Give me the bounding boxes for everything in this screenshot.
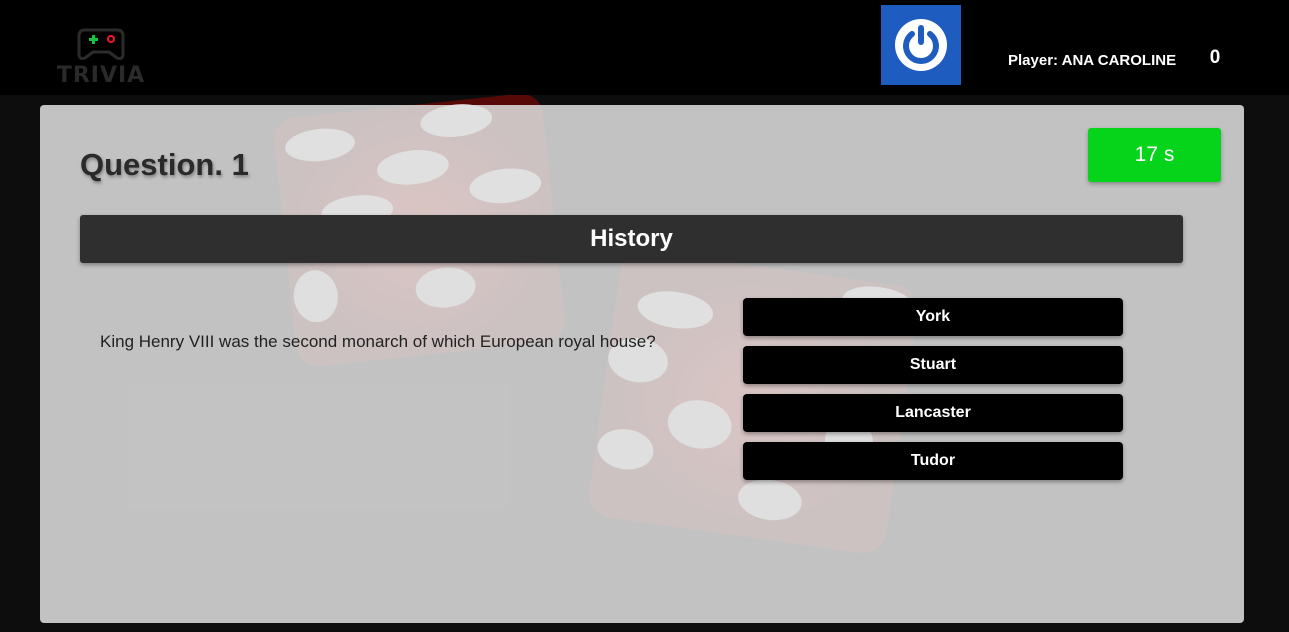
top-bar: TRIVIA Player: ANA CAROLINE 0 [0,0,1289,95]
question-number: Question. 1 [80,147,249,182]
logo-text: TRIVIA [56,63,146,88]
logout-button[interactable] [881,5,961,85]
answer-button-stuart[interactable]: Stuart [743,346,1123,384]
countdown-timer: 17 s [1088,128,1221,182]
gamepad-icon [77,28,125,60]
answer-button-york[interactable]: York [743,298,1123,336]
question-card: Question. 1 17 s History King Henry VIII… [40,105,1244,623]
trivia-logo[interactable]: TRIVIA [55,22,147,90]
power-icon [895,19,947,71]
answer-button-lancaster[interactable]: Lancaster [743,394,1123,432]
score-value: 0 [1209,47,1221,68]
answer-list: York Stuart Lancaster Tudor [743,298,1123,490]
category-banner: History [80,215,1183,263]
player-name: Player: ANA CAROLINE [1008,52,1177,69]
question-text: King Henry VIII was the second monarch o… [100,332,656,351]
answer-button-tudor[interactable]: Tudor [743,442,1123,480]
